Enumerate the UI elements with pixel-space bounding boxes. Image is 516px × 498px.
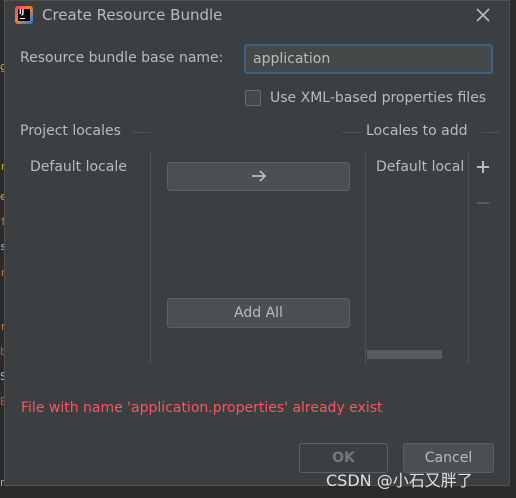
add-all-button[interactable]: Add All [167, 298, 350, 328]
horizontal-scrollbar[interactable] [367, 350, 442, 359]
project-locales-list-border [150, 153, 151, 364]
plus-icon[interactable] [475, 159, 491, 175]
close-icon[interactable] [473, 5, 493, 25]
create-resource-bundle-dialog: IJ Create Resource Bundle Resource bundl… [4, 0, 510, 486]
base-name-label: Resource bundle base name: [20, 50, 224, 66]
intellij-idea-icon: IJ [15, 6, 33, 24]
error-message: File with name 'application.properties' … [21, 400, 383, 416]
locales-to-add-list-right-border [468, 153, 469, 364]
csdn-watermark: CSDN @小石又胖了 [326, 471, 473, 490]
move-right-button[interactable] [167, 162, 350, 191]
arrow-right-icon [251, 170, 266, 182]
project-locales-header: Project locales [20, 123, 121, 139]
project-locale-item[interactable]: Default locale [30, 159, 127, 175]
xml-properties-checkbox[interactable] [245, 90, 261, 106]
dialog-titlebar[interactable]: IJ Create Resource Bundle [5, 1, 509, 29]
project-locales-separator [133, 132, 151, 133]
locales-to-add-list-border [365, 153, 366, 364]
base-name-input[interactable]: application [244, 44, 493, 74]
xml-properties-checkbox-label[interactable]: Use XML-based properties files [270, 90, 486, 106]
locales-to-add-header: Locales to add [366, 123, 468, 139]
locales-to-add-separator-left [342, 132, 360, 133]
minus-icon[interactable] [475, 195, 491, 211]
locale-to-add-item[interactable]: Default local [376, 159, 466, 175]
dialog-title: Create Resource Bundle [42, 6, 223, 24]
locales-to-add-separator-right [481, 132, 499, 133]
